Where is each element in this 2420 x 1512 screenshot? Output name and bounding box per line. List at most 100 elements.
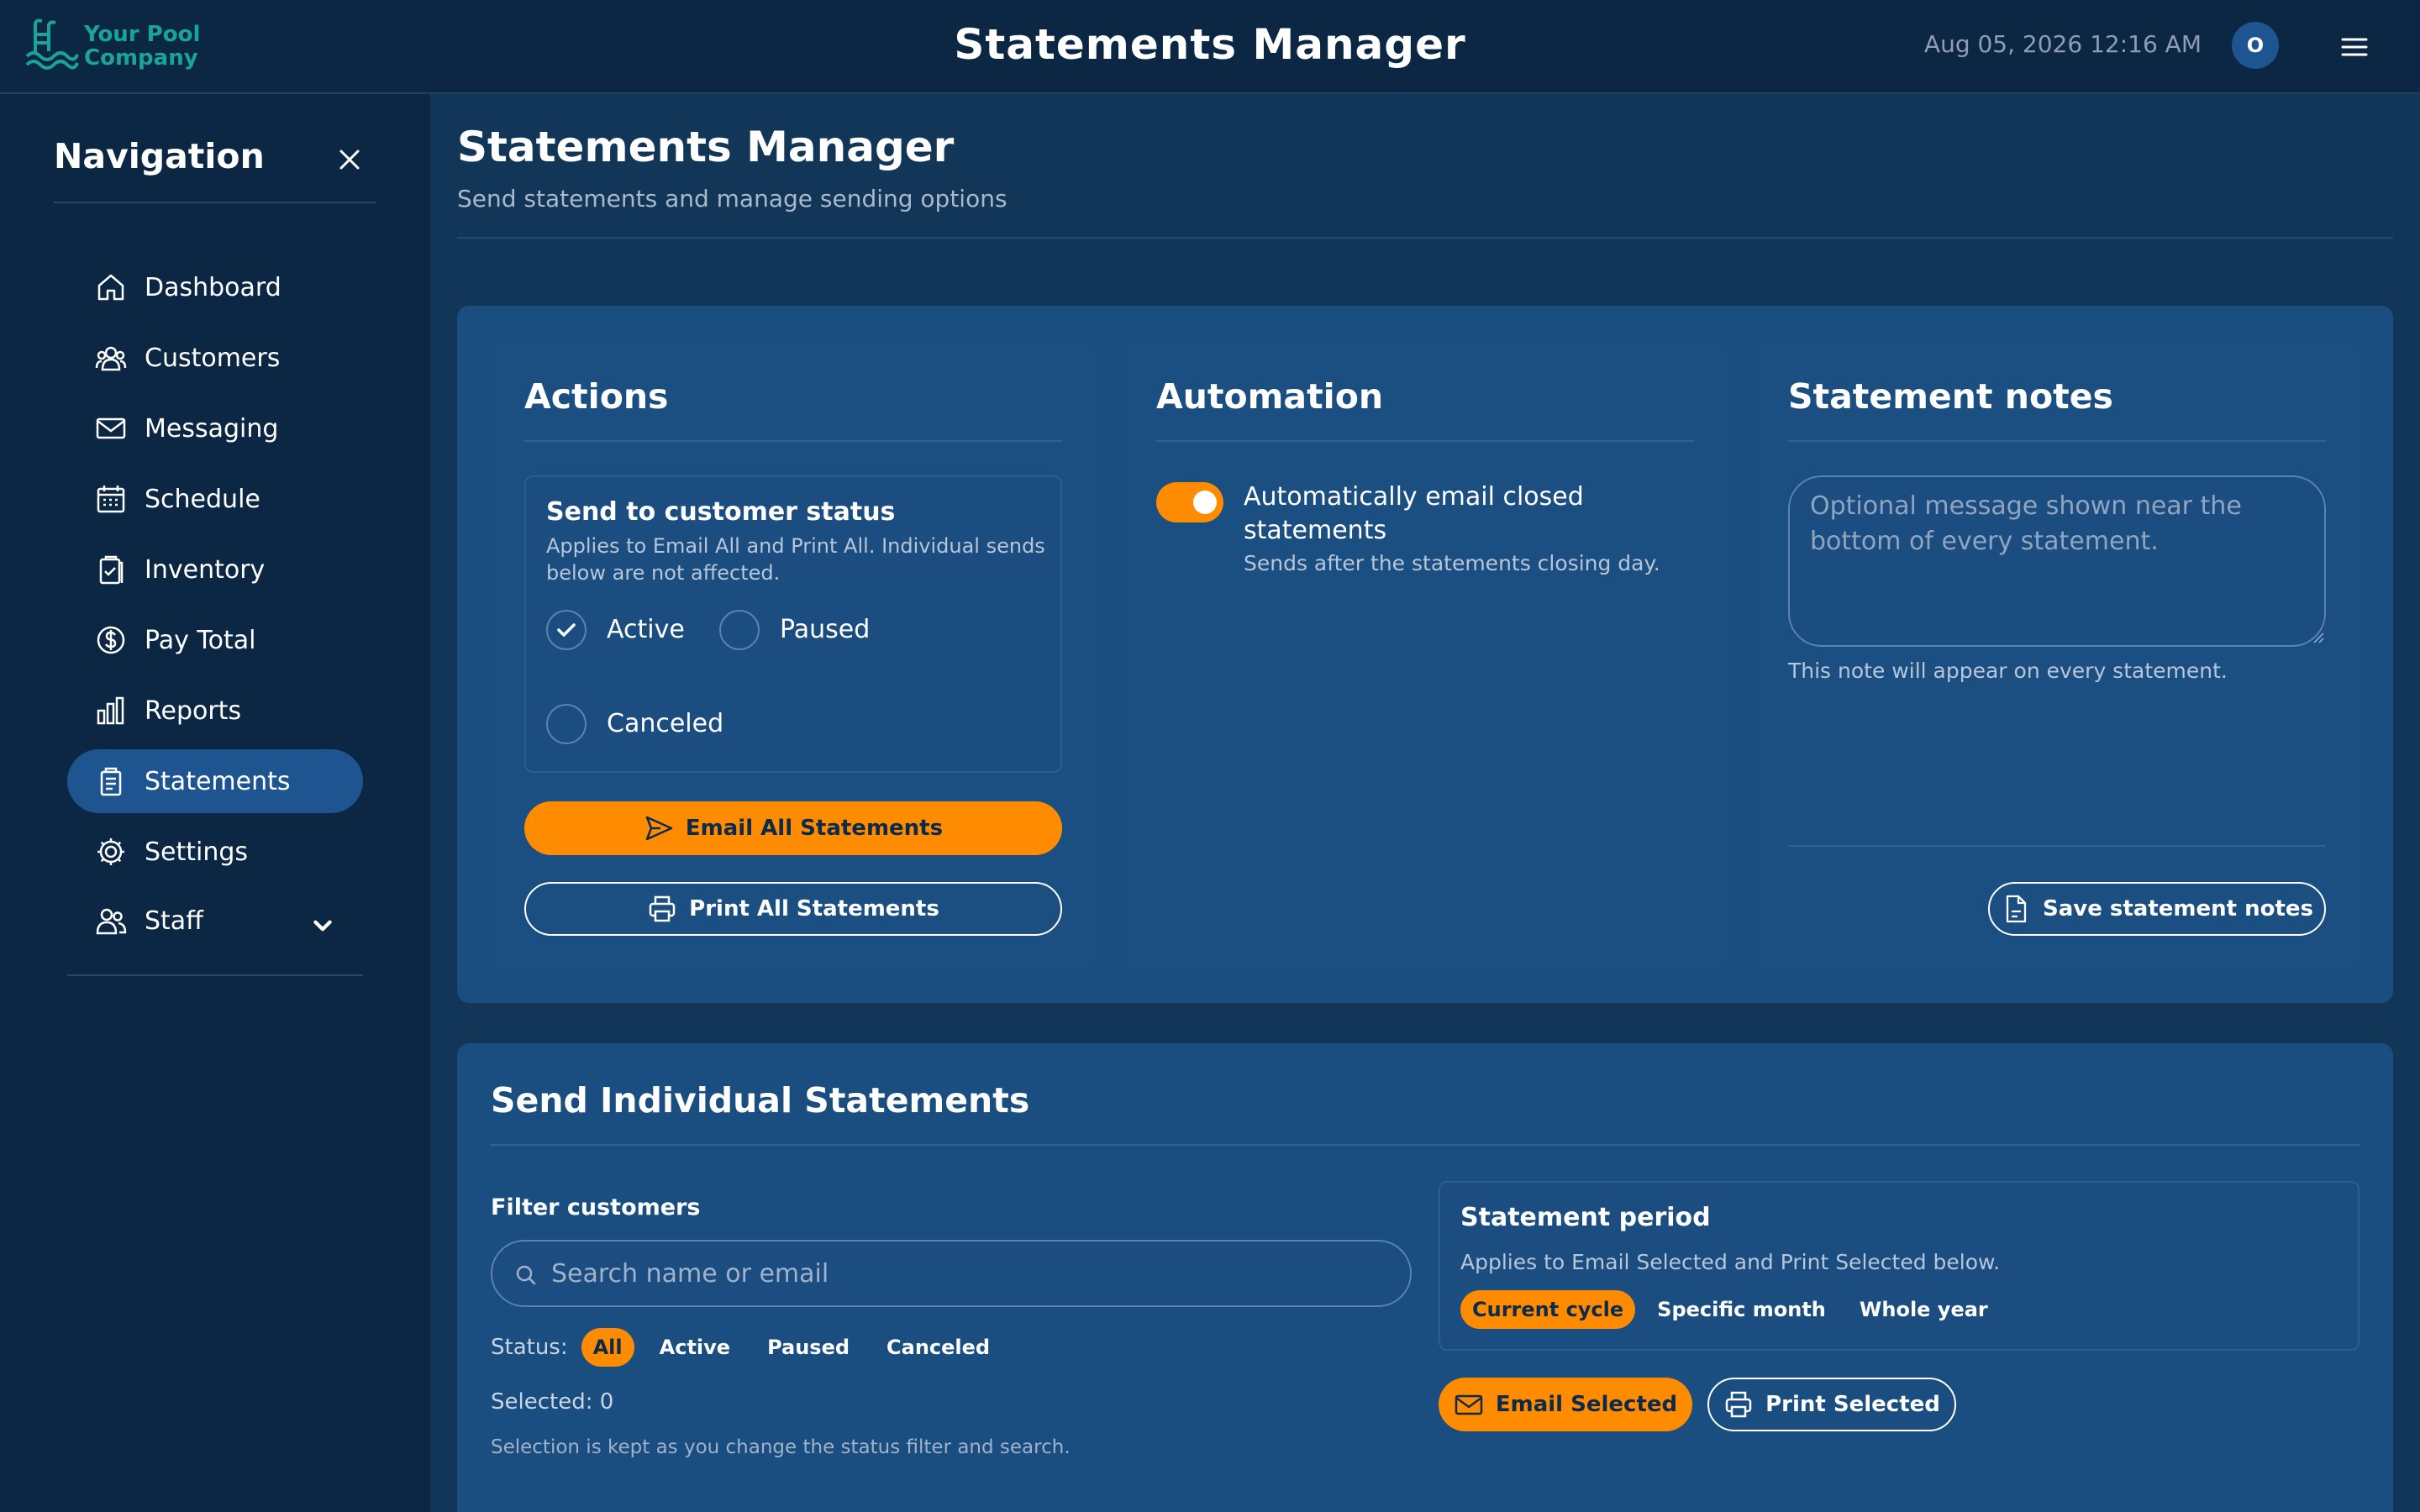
status-box-description: Applies to Email All and Print All. Indi… <box>546 534 1045 585</box>
search-icon <box>516 1265 536 1285</box>
calendar-icon <box>97 486 125 513</box>
statement-notes-textarea[interactable] <box>1788 475 2326 647</box>
period-current-cycle[interactable]: Current cycle <box>1460 1290 1636 1329</box>
print-selected-label: Print Selected <box>1765 1392 1940 1417</box>
print-all-button[interactable]: Print All Statements <box>524 882 1062 936</box>
email-selected-button[interactable]: Email Selected <box>1439 1378 1692 1431</box>
sidebar-item-pay-total[interactable]: Pay Total <box>67 608 363 672</box>
sidebar-item-label: Pay Total <box>145 625 256 655</box>
close-icon[interactable] <box>333 143 366 176</box>
canceled-label: Canceled <box>607 709 724 738</box>
sidebar-item-label: Settings <box>145 837 249 867</box>
individual-title: Send Individual Statements <box>491 1080 1030 1121</box>
status-box-title: Send to customer status <box>546 497 896 527</box>
filter-label: Filter customers <box>491 1194 701 1221</box>
sidebar-item-label: Reports <box>145 696 242 726</box>
status-chip-active[interactable]: Active <box>648 1328 742 1367</box>
section-divider <box>1156 440 1694 442</box>
sidebar-item-settings[interactable]: Settings <box>67 820 363 884</box>
home-icon <box>97 274 124 301</box>
printer-icon <box>649 895 676 922</box>
statement-period-box: Statement period Applies to Email Select… <box>1439 1181 2360 1351</box>
auto-email-label: Automatically email closed statements <box>1244 482 1584 545</box>
print-selected-button[interactable]: Print Selected <box>1707 1378 1956 1431</box>
print-all-label: Print All Statements <box>689 896 939 921</box>
current-datetime: Aug 05, 2026 12:16 AM <box>1923 30 2202 58</box>
status-chip-all[interactable]: All <box>581 1328 634 1367</box>
bar-chart-icon <box>97 696 124 725</box>
hamburger-menu-icon[interactable] <box>2336 29 2373 66</box>
automation-column <box>1123 339 1728 969</box>
email-all-label: Email All Statements <box>685 816 944 841</box>
status-filter-label: Status: <box>491 1335 568 1360</box>
status-chip-canceled[interactable]: Canceled <box>875 1328 1002 1367</box>
customer-status-filter: Send to customer status Applies to Email… <box>524 475 1062 773</box>
staff-icon <box>96 908 127 935</box>
sidebar-item-statements[interactable]: Statements <box>67 749 363 813</box>
sidebar-item-schedule[interactable]: Schedule <box>67 467 363 531</box>
mail-icon <box>96 417 126 439</box>
sidebar-item-label: Messaging <box>145 413 279 444</box>
statement-settings-panel: Actions Send to customer status Applies … <box>457 306 2393 1003</box>
period-specific-month[interactable]: Specific month <box>1645 1290 1838 1329</box>
send-icon <box>645 816 673 841</box>
page-subtitle: Send statements and manage sending optio… <box>457 185 1007 213</box>
status-chip-paused[interactable]: Paused <box>755 1328 861 1367</box>
notes-title: Statement notes <box>1788 376 2113 417</box>
email-selected-label: Email Selected <box>1495 1392 1678 1417</box>
nav-title: Navigation <box>54 136 265 176</box>
clipboard-check-icon <box>99 555 124 585</box>
selection-hint: Selection is kept as you change the stat… <box>491 1436 1071 1458</box>
section-divider <box>524 440 1062 442</box>
search-input[interactable] <box>551 1242 1392 1305</box>
sidebar: Navigation Dashboard Customers Messaging… <box>0 94 430 1512</box>
dollar-icon <box>97 626 125 654</box>
email-all-button[interactable]: Email All Statements <box>524 801 1062 855</box>
document-icon <box>2006 895 2027 923</box>
section-divider <box>491 1144 2360 1146</box>
checkmark-icon <box>557 623 576 637</box>
nav-divider <box>54 202 376 203</box>
auto-email-hint: Sends after the statements closing day. <box>1244 551 1660 575</box>
printer-icon <box>1725 1391 1752 1418</box>
active-checkbox[interactable] <box>546 610 587 650</box>
chevron-down-icon[interactable] <box>306 909 339 942</box>
section-divider <box>1788 845 2326 847</box>
sidebar-item-label: Inventory <box>145 554 266 585</box>
active-label: Active <box>607 615 685 644</box>
actions-title: Actions <box>524 376 669 417</box>
notes-hint: This note will appear on every statement… <box>1788 659 2228 683</box>
sidebar-item-label: Customers <box>145 343 281 373</box>
sidebar-item-label: Statements <box>145 766 291 796</box>
customer-search <box>491 1240 1412 1307</box>
sidebar-item-reports[interactable]: Reports <box>67 679 363 743</box>
mail-icon <box>1455 1394 1483 1415</box>
status-filter-row: Status: All Active Paused Canceled <box>491 1327 1015 1368</box>
save-notes-button[interactable]: Save statement notes <box>1988 882 2326 936</box>
period-title: Statement period <box>1460 1203 1711 1232</box>
auto-email-toggle[interactable] <box>1156 482 1223 522</box>
paused-label: Paused <box>780 615 871 644</box>
notes-column <box>1754 339 2360 969</box>
sidebar-item-label: Dashboard <box>145 272 281 302</box>
toggle-knob <box>1193 491 1217 514</box>
canceled-checkbox[interactable] <box>546 704 587 744</box>
top-bar: Your Pool Company Statements Manager Aug… <box>0 0 2420 94</box>
period-whole-year[interactable]: Whole year <box>1848 1290 2000 1329</box>
user-avatar[interactable]: O <box>2232 22 2279 69</box>
sidebar-item-staff[interactable]: Staff <box>67 889 363 953</box>
resize-grip-icon[interactable] <box>2312 632 2324 643</box>
sidebar-item-inventory[interactable]: Inventory <box>67 538 363 601</box>
paused-checkbox[interactable] <box>719 610 760 650</box>
sidebar-item-label: Staff <box>145 906 203 936</box>
gear-icon <box>97 838 124 865</box>
section-divider <box>1788 440 2326 442</box>
page-divider <box>457 237 2393 239</box>
sidebar-item-customers[interactable]: Customers <box>67 326 363 390</box>
selected-count: Selected: 0 <box>491 1389 614 1415</box>
period-options: Current cycle Specific month Whole year <box>1460 1290 2010 1329</box>
automation-title: Automation <box>1156 376 1384 417</box>
sidebar-item-messaging[interactable]: Messaging <box>67 396 363 460</box>
sidebar-item-dashboard[interactable]: Dashboard <box>67 255 363 319</box>
nav-divider <box>67 974 363 976</box>
